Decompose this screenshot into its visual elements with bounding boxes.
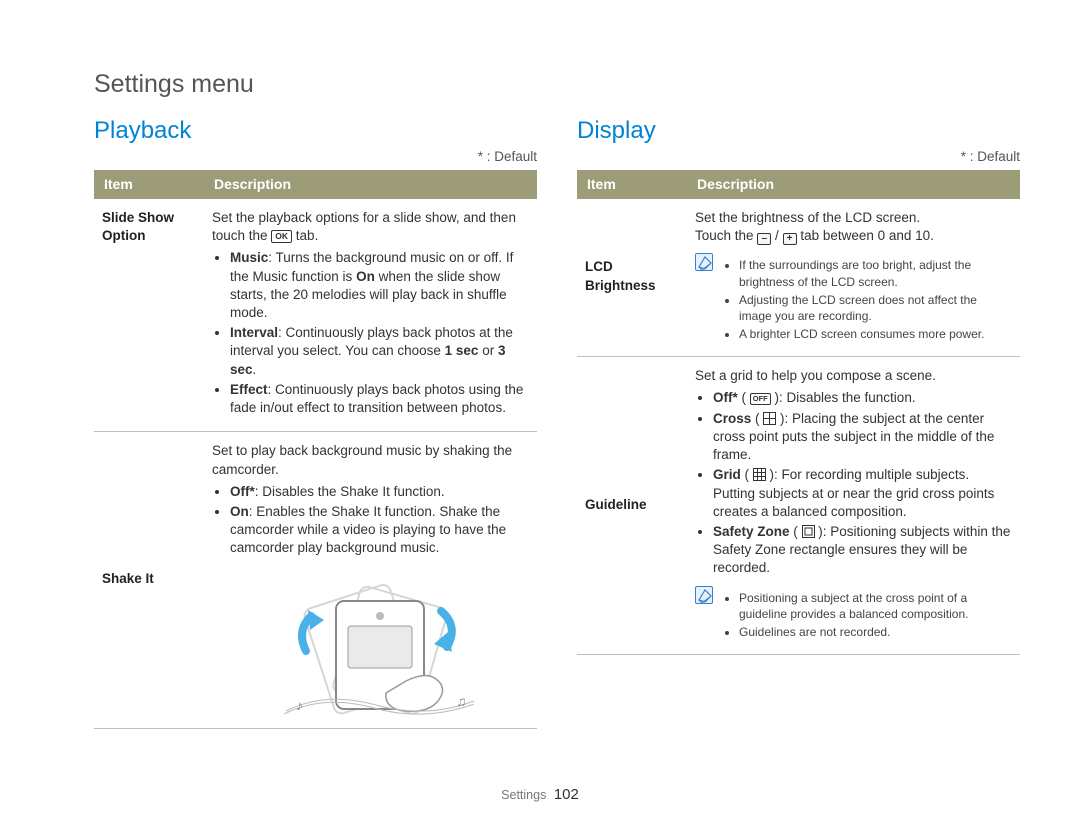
lcd-note-block: If the surroundings are too bright, adju…	[695, 253, 1012, 344]
gl-grid-label: Grid	[713, 467, 741, 482]
row-guideline: Guideline Set a grid to help you compose…	[577, 357, 1020, 655]
col-description: Description	[687, 170, 1020, 199]
bullet-off: Off*: Disables the Shake It function.	[230, 483, 529, 501]
shakeit-on-text: : Enables the Shake It function. Shake t…	[230, 504, 506, 555]
gl-cross-label: Cross	[713, 411, 751, 426]
note-icon	[695, 586, 713, 604]
plus-icon: +	[783, 233, 797, 245]
slideshow-bullets: Music: Turns the background music on or …	[212, 249, 529, 417]
bullet-effect: Effect: Continuously plays back photos u…	[230, 381, 529, 417]
item-lcd: LCD Brightness	[577, 199, 687, 357]
display-heading: Display	[577, 117, 1020, 145]
lcd-note-1: Adjusting the LCD screen does not affect…	[739, 292, 1012, 324]
effect-text: : Continuously plays back photos using t…	[230, 382, 523, 415]
item-slideshow: Slide Show Option	[94, 199, 204, 432]
effect-label: Effect	[230, 382, 268, 397]
slideshow-intro-b: tab.	[292, 228, 318, 243]
manual-page: Settings menu Playback * : Default Item …	[0, 0, 1080, 825]
bullet-gl-cross: Cross ( ): Placing the subject at the ce…	[713, 410, 1012, 465]
desc-guideline: Set a grid to help you compose a scene. …	[687, 357, 1020, 655]
footer-page: 102	[554, 786, 579, 803]
col-item: Item	[94, 170, 204, 199]
cross-icon	[763, 412, 776, 425]
guideline-bullets: Off* ( OFF ): Disables the function. Cro…	[695, 389, 1012, 577]
page-title: Settings menu	[94, 70, 1020, 99]
playback-column: Playback * : Default Item Description Sl…	[94, 117, 537, 729]
music-on: On	[356, 269, 375, 284]
lcd-notes: If the surroundings are too bright, adju…	[721, 257, 1012, 344]
minus-icon: –	[757, 233, 771, 245]
shakeit-off-text: : Disables the Shake It function.	[255, 484, 445, 499]
gl-note-0: Positioning a subject at the cross point…	[739, 590, 1012, 622]
gl-cross-text: : Placing the subject at the center cros…	[713, 411, 994, 462]
interval-1s: 1 sec	[445, 343, 479, 358]
col-item: Item	[577, 170, 687, 199]
desc-shakeit: Set to play back background music by sha…	[204, 432, 537, 728]
item-shakeit: Shake It	[94, 432, 204, 728]
note-icon	[695, 253, 713, 271]
off-icon: OFF	[750, 393, 771, 405]
desc-slideshow: Set the playback options for a slide sho…	[204, 199, 537, 432]
guideline-note-block: Positioning a subject at the cross point…	[695, 586, 1012, 643]
gl-note-1: Guidelines are not recorded.	[739, 624, 1012, 640]
row-lcd: LCD Brightness Set the brightness of the…	[577, 199, 1020, 357]
playback-heading: Playback	[94, 117, 537, 145]
lcd-note-0: If the surroundings are too bright, adju…	[739, 257, 1012, 289]
shakeit-bullets: Off*: Disables the Shake It function. On…	[212, 483, 529, 558]
row-slideshow: Slide Show Option Set the playback optio…	[94, 199, 537, 432]
guideline-notes: Positioning a subject at the cross point…	[721, 590, 1012, 643]
footer-section: Settings	[501, 788, 546, 802]
svg-text:♫: ♫	[456, 693, 467, 709]
lcd-slash: /	[771, 228, 782, 243]
bullet-on: On: Enables the Shake It function. Shake…	[230, 503, 529, 558]
gl-off-text: : Disables the function.	[779, 390, 916, 405]
default-note-left: * : Default	[94, 149, 537, 164]
interval-label: Interval	[230, 325, 278, 340]
guideline-intro: Set a grid to help you compose a scene.	[695, 368, 936, 383]
shakeit-off-label: Off*	[230, 484, 255, 499]
grid-icon	[753, 468, 766, 481]
interval-period: .	[253, 362, 257, 377]
row-shakeit: Shake It Set to play back background mus…	[94, 432, 537, 728]
bullet-gl-sz: Safety Zone ( ): Positioning subjects wi…	[713, 523, 1012, 578]
page-footer: Settings 102	[0, 786, 1080, 803]
shakeit-intro: Set to play back background music by sha…	[212, 443, 512, 476]
playback-table: Item Description Slide Show Option Set t…	[94, 170, 537, 729]
shakeit-on-label: On	[230, 504, 249, 519]
display-column: Display * : Default Item Description LCD…	[577, 117, 1020, 729]
shakeit-illustration: ♪ ♫	[256, 566, 486, 716]
display-table: Item Description LCD Brightness Set the …	[577, 170, 1020, 655]
lcd-line1: Set the brightness of the LCD screen.	[695, 209, 1012, 227]
bullet-gl-off: Off* ( OFF ): Disables the function.	[713, 389, 1012, 407]
bullet-interval: Interval: Continuously plays back photos…	[230, 324, 529, 379]
bullet-music: Music: Turns the background music on or …	[230, 249, 529, 322]
lcd-line2b: tab between 0 and 10.	[797, 228, 934, 243]
col-description: Description	[204, 170, 537, 199]
gl-off-label: Off*	[713, 390, 738, 405]
columns: Playback * : Default Item Description Sl…	[94, 117, 1020, 729]
lcd-line2: Touch the – / + tab between 0 and 10.	[695, 227, 1012, 245]
default-note-right: * : Default	[577, 149, 1020, 164]
interval-or: or	[478, 343, 498, 358]
ok-icon: OK	[271, 230, 292, 243]
gl-sz-label: Safety Zone	[713, 524, 790, 539]
lcd-note-2: A brighter LCD screen consumes more powe…	[739, 326, 1012, 342]
slideshow-intro-a: Set the playback options for a slide sho…	[212, 210, 516, 243]
svg-text:♪: ♪	[296, 697, 303, 713]
music-label: Music	[230, 250, 268, 265]
lcd-line2a: Touch the	[695, 228, 757, 243]
desc-lcd: Set the brightness of the LCD screen. To…	[687, 199, 1020, 357]
bullet-gl-grid: Grid ( ): For recording multiple subject…	[713, 466, 1012, 521]
safety-zone-icon	[802, 525, 815, 538]
item-guideline: Guideline	[577, 357, 687, 655]
